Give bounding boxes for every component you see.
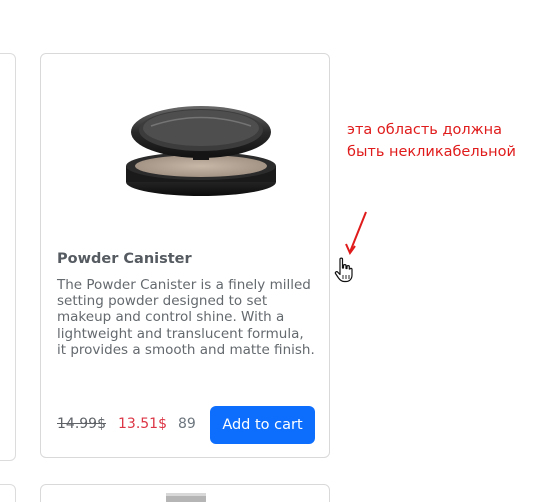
next-row-left-card[interactable] bbox=[0, 484, 16, 502]
price-row: 14.99$ 13.51$ 89 Add to cart bbox=[57, 406, 315, 444]
stock-count: 89 bbox=[178, 416, 196, 432]
hand-cursor-icon bbox=[334, 257, 353, 283]
product-image-partial bbox=[166, 493, 206, 502]
product-title: Powder Canister bbox=[57, 251, 192, 267]
page: Powder Canister The Powder Canister is a… bbox=[0, 0, 537, 502]
discounted-price: 13.51$ bbox=[118, 416, 167, 432]
add-to-cart-button[interactable]: Add to cart bbox=[210, 406, 315, 444]
annotation-arrow-icon bbox=[345, 211, 367, 256]
previous-product-card[interactable] bbox=[0, 53, 16, 461]
next-product-card[interactable] bbox=[40, 484, 330, 502]
powder-compact-image bbox=[126, 106, 276, 196]
product-description: The Powder Canister is a finely milled s… bbox=[57, 277, 315, 358]
product-card: Powder Canister The Powder Canister is a… bbox=[40, 53, 330, 458]
original-price: 14.99$ bbox=[57, 416, 106, 432]
annotation-note: эта область должна быть некликабельной bbox=[347, 122, 516, 160]
